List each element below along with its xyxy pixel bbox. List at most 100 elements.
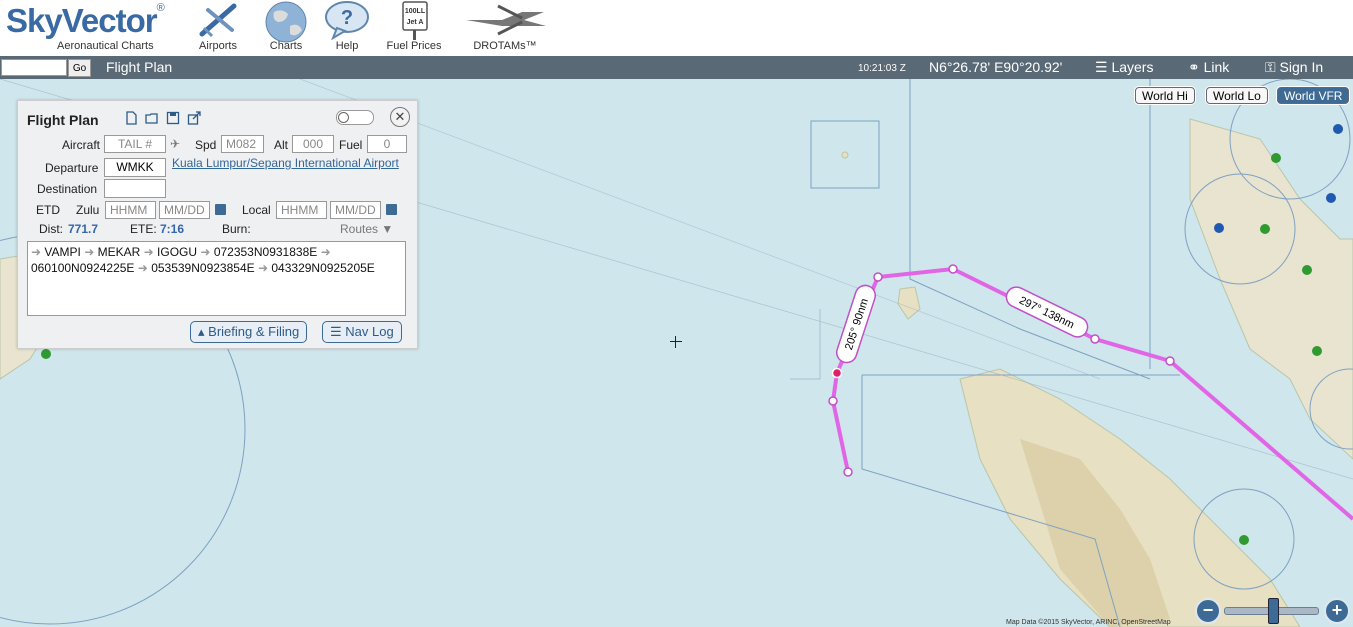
airport-marker[interactable] <box>1214 223 1224 233</box>
local-date-input[interactable]: MM/DD <box>330 201 381 219</box>
link-icon: ⚭ <box>1188 59 1200 75</box>
briefing-filing-button[interactable]: ▴ Briefing & Filing <box>190 321 308 343</box>
ete-label: ETE: <box>130 222 157 236</box>
etd-label: ETD <box>36 203 60 217</box>
link-button[interactable]: ⚭ Link <box>1188 59 1229 76</box>
leg-label: 297° 138nm <box>1005 286 1089 338</box>
airplane-icon <box>199 3 237 38</box>
layers-icon: ☰ <box>1095 59 1108 75</box>
calendar-icon[interactable] <box>386 204 397 215</box>
nav-charts[interactable]: Charts <box>260 0 312 56</box>
briefing-filing-label: Briefing & Filing <box>208 324 300 339</box>
nav-drotams-label: DROTAMs™ <box>473 40 537 52</box>
departure-airport-link[interactable]: Kuala Lumpur/Sepang International Airpor… <box>172 156 407 170</box>
departure-label: Departure <box>45 161 99 175</box>
nav-fuel-prices-label: Fuel Prices <box>386 40 442 52</box>
toolbar-title: Flight Plan <box>106 59 173 75</box>
distance-label: Dist: <box>39 222 63 236</box>
routes-label: Routes <box>340 222 379 236</box>
zulu-time-input[interactable]: HHMM <box>105 201 156 219</box>
utc-clock: 10:21:03 Z <box>858 63 906 74</box>
calendar-icon[interactable] <box>215 204 226 215</box>
altitude-label: Alt <box>274 138 289 152</box>
flight-plan-toggle[interactable] <box>336 110 374 125</box>
layer-world-vfr[interactable]: World VFR <box>1277 87 1350 104</box>
route-waypoint-text: MEKAR <box>97 245 141 259</box>
flight-plan-title: Flight Plan <box>27 112 99 128</box>
speed-label: Spd <box>195 138 217 152</box>
airport-marker[interactable] <box>41 349 51 359</box>
route-waypoint-text: 053539N0923854E <box>151 261 255 275</box>
svg-text:?: ? <box>341 7 353 29</box>
search-input[interactable] <box>1 59 67 76</box>
arrow-icon: ➜ <box>257 261 269 275</box>
arrow-icon: ➜ <box>84 245 95 259</box>
zoom-in-button[interactable]: + <box>1324 598 1350 624</box>
burn-label: Burn: <box>222 222 251 236</box>
logo[interactable]: SkyVector® <box>6 2 165 40</box>
flight-plan-panel: Flight Plan ✕ Aircraft TAIL # ✈ Spd M082… <box>17 100 418 349</box>
nav-drotams[interactable]: DROTAMs™ <box>462 0 548 56</box>
crosshair-icon <box>670 336 682 348</box>
ete-value: 7:16 <box>160 222 185 236</box>
layer-world-hi[interactable]: World Hi <box>1135 87 1195 104</box>
airport-marker[interactable] <box>1326 193 1336 203</box>
link-label: Link <box>1203 59 1230 75</box>
island <box>897 286 921 320</box>
nav-airports[interactable]: Airports <box>193 0 243 56</box>
route-waypoint[interactable] <box>873 272 883 282</box>
share-icon[interactable] <box>187 111 201 125</box>
leg-label: 205° 90nm <box>835 284 877 364</box>
airport-marker[interactable] <box>1333 124 1343 134</box>
airport-marker[interactable] <box>1312 346 1322 356</box>
zoom-out-button[interactable]: − <box>1195 598 1221 624</box>
route-waypoint[interactable] <box>948 264 958 274</box>
speed-input[interactable]: M082 <box>221 135 264 153</box>
route-waypoint-text: 060100N0924225E <box>31 261 135 275</box>
fuel-input[interactable]: 0 <box>367 135 407 153</box>
globe-icon <box>265 1 307 43</box>
go-button[interactable]: Go <box>68 59 91 77</box>
nav-help[interactable]: ? Help <box>321 0 373 56</box>
route-waypoint[interactable] <box>1165 356 1175 366</box>
fuel-sign-icon: 100LL Jet A <box>402 1 428 40</box>
zulu-label: Zulu <box>76 203 100 217</box>
airport-marker[interactable] <box>1302 265 1312 275</box>
layers-button[interactable]: ☰ Layers <box>1095 59 1153 76</box>
airplane-small-icon: ✈ <box>170 137 181 151</box>
local-time-input[interactable]: HHMM <box>276 201 327 219</box>
header: SkyVector® Aeronautical Charts Airports … <box>0 0 1353 56</box>
new-file-icon[interactable] <box>124 111 138 125</box>
route-waypoint[interactable] <box>1090 334 1100 344</box>
briefing-icon: ▴ <box>198 324 205 339</box>
altitude-input[interactable]: 000 <box>292 135 334 153</box>
nav-fuel-prices[interactable]: 100LL Jet A Fuel Prices <box>383 0 445 56</box>
route-waypoint-text: IGOGU <box>157 245 198 259</box>
nav-log-button[interactable]: ☰ Nav Log <box>322 321 402 343</box>
sign-in-label: Sign In <box>1279 59 1324 75</box>
sign-in-button[interactable]: ⚿ Sign In <box>1265 59 1323 76</box>
close-icon[interactable]: ✕ <box>390 107 410 127</box>
airport-marker[interactable] <box>1239 535 1249 545</box>
route-waypoint[interactable] <box>843 467 853 477</box>
route-waypoint-selected[interactable] <box>831 367 843 379</box>
zoom-slider-handle[interactable] <box>1268 598 1279 624</box>
airport-marker[interactable] <box>1260 224 1270 234</box>
departure-input[interactable]: WMKK <box>104 158 166 177</box>
route-waypoint[interactable] <box>828 396 838 406</box>
aircraft-input[interactable]: TAIL # <box>104 135 166 153</box>
zulu-date-input[interactable]: MM/DD <box>159 201 210 219</box>
arrow-icon: ➜ <box>143 245 154 259</box>
route-waypoint-text: VAMPI <box>44 245 81 259</box>
nav-log-label: Nav Log <box>345 324 394 339</box>
layer-world-lo[interactable]: World Lo <box>1206 87 1268 104</box>
open-folder-icon[interactable] <box>145 111 159 125</box>
routes-button[interactable]: Routes ▼ <box>340 222 393 236</box>
destination-input[interactable] <box>104 179 166 198</box>
airport-marker[interactable] <box>1271 153 1281 163</box>
route-textarea[interactable]: ➜ VAMPI ➜ MEKAR ➜ IGOGU ➜ 072353N0931838… <box>27 241 406 316</box>
save-icon[interactable] <box>166 111 180 125</box>
layers-label: Layers <box>1111 59 1154 75</box>
nav-help-label: Help <box>335 40 359 52</box>
map-attribution: Map Data ©2015 SkyVector, ARINC, OpenStr… <box>1006 619 1171 626</box>
